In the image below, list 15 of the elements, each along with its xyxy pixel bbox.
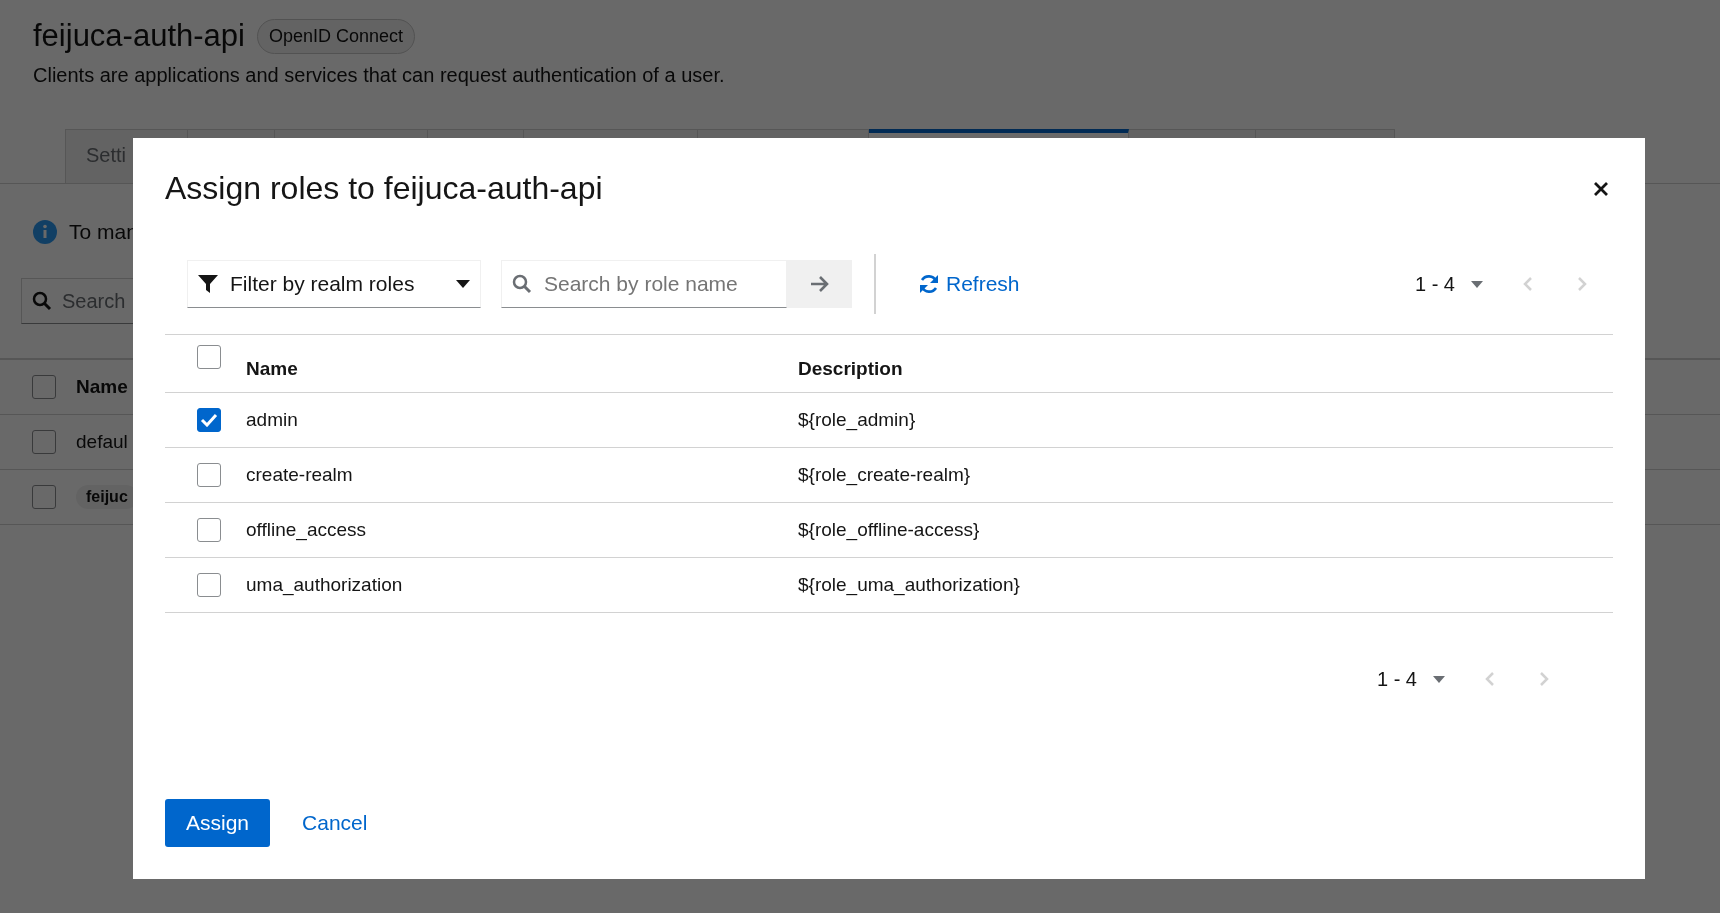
role-name: admin: [246, 409, 299, 431]
page-title: feijuca-auth-api: [33, 18, 245, 54]
column-header: Description: [798, 358, 904, 380]
protocol-badge: OpenID Connect: [256, 18, 416, 54]
role-description: ${role_uma_authorization}: [798, 574, 1021, 596]
page-subtitle: Clients are applications and services that can request authentication of a user.: [33, 64, 726, 87]
role-name: offline_access: [246, 519, 368, 541]
role-description: ${role_admin}: [798, 409, 917, 431]
client-name: defaul: [76, 431, 128, 453]
role-name: uma_authorization: [246, 574, 404, 596]
role-description: ${role_create-realm}: [798, 464, 972, 486]
role-name: create-realm: [246, 464, 354, 486]
column-header: Name: [246, 358, 299, 380]
column-header: Name: [76, 376, 128, 398]
role-description: ${role_offline-access}: [798, 519, 981, 541]
